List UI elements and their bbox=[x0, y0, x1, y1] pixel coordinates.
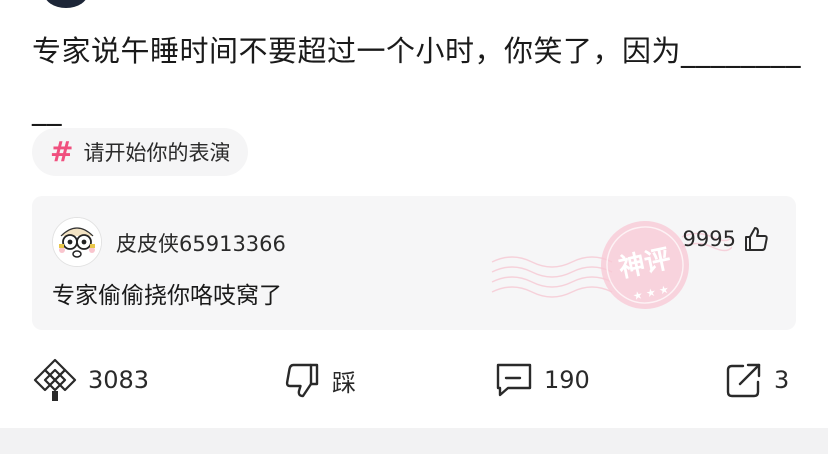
author-avatar[interactable] bbox=[44, 0, 88, 8]
cartoon-face-icon bbox=[53, 218, 101, 266]
post-card: 专家说午睡时间不要超过一个小时，你笑了，因为__________ # 请开始你的… bbox=[0, 0, 828, 454]
comment-like-count: 9995 bbox=[682, 227, 736, 251]
post-title[interactable]: 专家说午睡时间不要超过一个小时，你笑了，因为__________ bbox=[32, 22, 812, 138]
svg-text:★ ★ ★: ★ ★ ★ bbox=[632, 283, 671, 303]
share-arrow-icon bbox=[726, 363, 761, 398]
comment-button[interactable]: 190 bbox=[494, 352, 590, 408]
thumbs-up-icon bbox=[745, 227, 768, 251]
comment-count: 190 bbox=[544, 366, 590, 394]
dislike-label: 踩 bbox=[332, 368, 356, 397]
commenter-avatar[interactable] bbox=[52, 217, 102, 267]
comment-like-button[interactable]: 9995 bbox=[683, 225, 770, 253]
god-comment-stamp: 神评 ★ ★ ★ bbox=[491, 221, 732, 309]
topic-chip[interactable]: # 请开始你的表演 bbox=[32, 128, 249, 176]
dislike-button[interactable]: 踩 bbox=[282, 352, 356, 408]
hash-icon: # bbox=[50, 135, 74, 168]
share-count: 3083 bbox=[88, 366, 150, 394]
share-count-button[interactable]: 3083 bbox=[32, 352, 149, 408]
section-divider bbox=[0, 428, 828, 454]
comment-bubble-icon bbox=[496, 363, 532, 397]
commenter-username[interactable]: 皮皮侠65913366 bbox=[116, 228, 286, 258]
comment-text[interactable]: 专家偷偷挠你咯吱窝了 bbox=[52, 276, 282, 310]
topic-label: 请开始你的表演 bbox=[83, 141, 231, 165]
stamp-label: 神评 bbox=[616, 244, 673, 284]
hot-comment-card[interactable]: 神评 ★ ★ ★ 皮皮侠65913366 9995 专家偷偷挠你咯吱窝了 bbox=[32, 196, 796, 330]
forward-count: 3 bbox=[774, 366, 790, 394]
thumbs-down-icon bbox=[285, 363, 319, 398]
diamond-knot-icon bbox=[33, 358, 77, 401]
forward-button[interactable]: 3 bbox=[724, 352, 789, 408]
post-action-bar: 3083 踩 190 3 bbox=[0, 352, 828, 408]
